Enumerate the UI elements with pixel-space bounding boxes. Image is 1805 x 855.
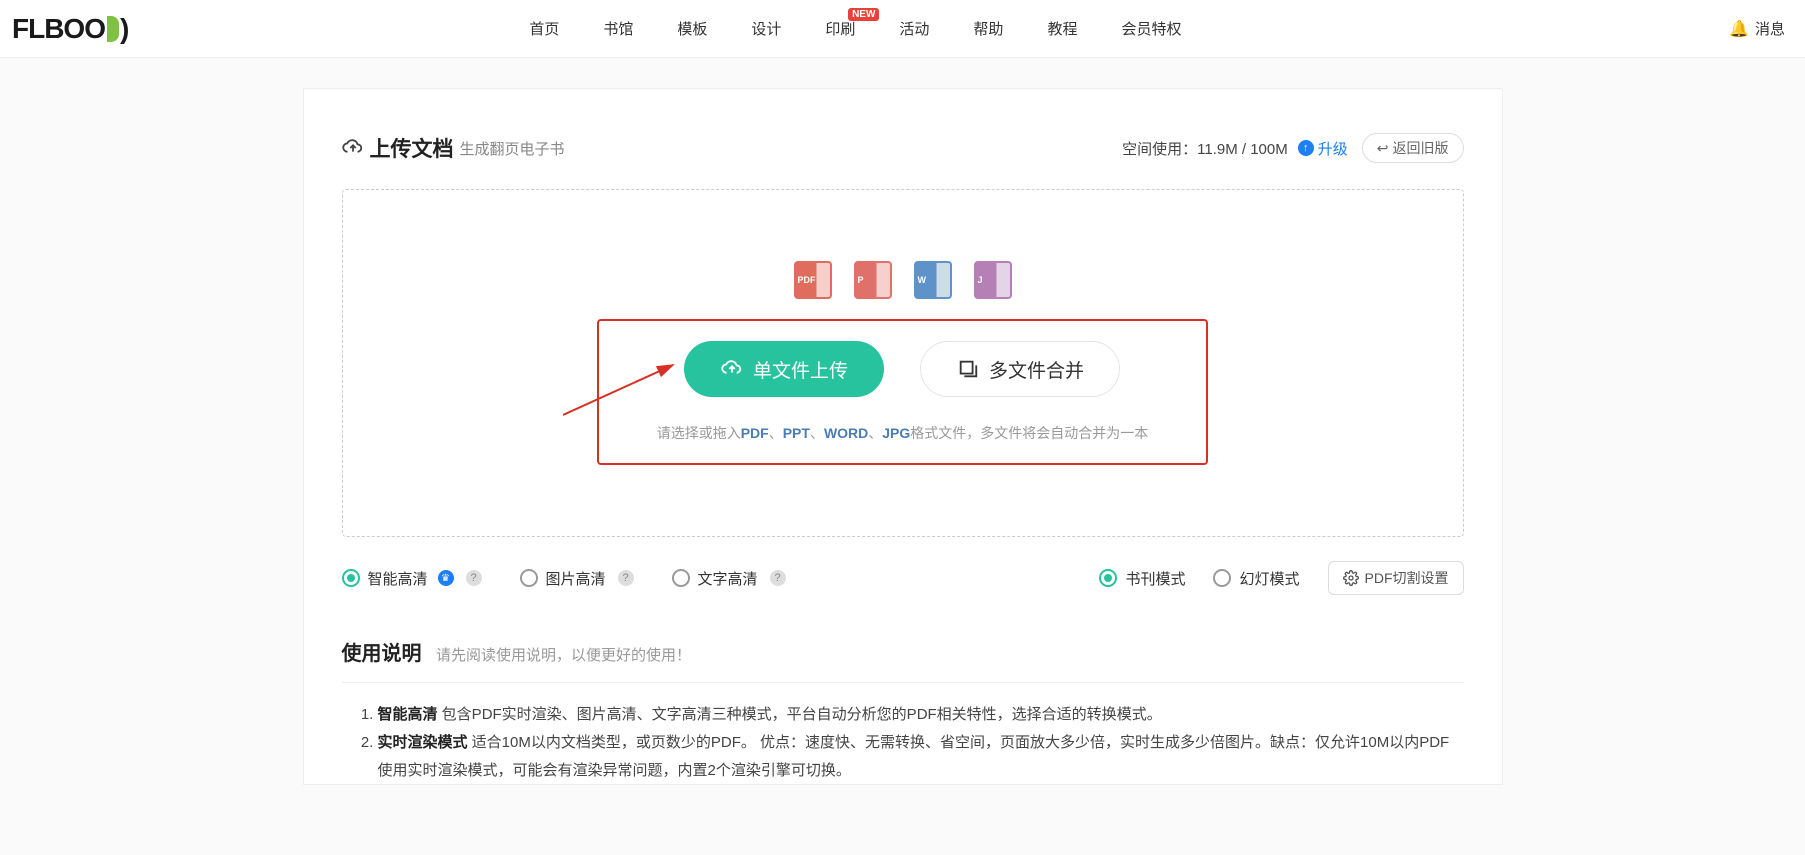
page-subtitle: 生成翻页电子书: [460, 138, 565, 159]
upload-dropzone[interactable]: PDF P W J 单文件上传 多文件合并 请选择或拖入PDF、PPT、WORD…: [342, 189, 1464, 537]
return-old-button[interactable]: ↩ 返回旧版: [1362, 133, 1464, 163]
annotation-highlight-box: 单文件上传 多文件合并 请选择或拖入PDF、PPT、WORD、JPG格式文件，多…: [597, 319, 1209, 465]
nav-tutorial[interactable]: 教程: [1047, 18, 1077, 39]
quality-smart-radio[interactable]: 智能高清 ♛ ?: [342, 568, 482, 589]
crown-icon: ♛: [438, 570, 454, 586]
upload-buttons-row: 单文件上传 多文件合并: [684, 341, 1120, 397]
instructions-list: 智能高清 包含PDF实时渲染、图片高清、文字高清三种模式，平台自动分析您的PDF…: [342, 701, 1464, 784]
quality-radio-group: 智能高清 ♛ ? 图片高清 ? 文字高清 ?: [342, 568, 786, 589]
new-badge: NEW: [848, 8, 879, 21]
storage-usage: 空间使用：11.9M / 100M: [1122, 138, 1288, 159]
annotation-arrow-icon: [563, 360, 683, 420]
upgrade-link[interactable]: ↑ 升级: [1298, 138, 1348, 159]
radio-circle-icon: [342, 569, 360, 587]
logo-text-1: FLBOO: [12, 13, 105, 45]
top-header: FLBOO ( 首页 书馆 模板 设计 印刷NEW 活动 帮助 教程 会员特权 …: [0, 0, 1805, 58]
instructions-subtitle: 请先阅读使用说明，以便更好的使用！: [436, 647, 691, 664]
upload-hint: 请选择或拖入PDF、PPT、WORD、JPG格式文件，多文件将会自动合并为一本: [657, 423, 1149, 443]
bell-icon: 🔔: [1729, 19, 1749, 39]
pdf-file-icon: PDF: [794, 261, 832, 299]
divider: [342, 682, 1464, 683]
help-icon[interactable]: ?: [770, 570, 786, 586]
ppt-file-icon: P: [854, 261, 892, 299]
mode-book-radio[interactable]: 书刊模式: [1099, 568, 1185, 589]
pdf-cut-settings-button[interactable]: PDF切割设置: [1328, 561, 1464, 595]
multi-merge-button[interactable]: 多文件合并: [920, 341, 1120, 397]
cloud-upload-icon: [721, 358, 743, 380]
nav-help[interactable]: 帮助: [973, 18, 1003, 39]
single-upload-button[interactable]: 单文件上传: [684, 341, 884, 397]
page-title: 上传文档: [370, 133, 454, 163]
nav-design[interactable]: 设计: [751, 18, 781, 39]
nav-vip[interactable]: 会员特权: [1121, 18, 1181, 39]
logo-text-2: (: [121, 13, 129, 45]
stack-icon: [957, 358, 979, 380]
help-icon[interactable]: ?: [466, 570, 482, 586]
help-icon[interactable]: ?: [618, 570, 634, 586]
upgrade-arrow-icon: ↑: [1298, 140, 1314, 156]
nav-templates[interactable]: 模板: [677, 18, 707, 39]
quality-image-radio[interactable]: 图片高清 ?: [520, 568, 634, 589]
main-nav: 首页 书馆 模板 设计 印刷NEW 活动 帮助 教程 会员特权: [529, 18, 1181, 39]
nav-activity[interactable]: 活动: [899, 18, 929, 39]
mode-radio-group: 书刊模式 幻灯模式 PDF切割设置: [1099, 561, 1463, 595]
radio-circle-icon: [520, 569, 538, 587]
mode-slide-radio[interactable]: 幻灯模式: [1213, 568, 1299, 589]
radio-circle-icon: [1213, 569, 1231, 587]
title-row: 上传文档 生成翻页电子书 空间使用：11.9M / 100M ↑ 升级 ↩ 返回…: [304, 133, 1502, 163]
file-type-icons: PDF P W J: [794, 261, 1012, 299]
messages-link[interactable]: 🔔 消息: [1729, 18, 1785, 39]
word-file-icon: W: [914, 261, 952, 299]
cloud-upload-icon: [342, 137, 364, 159]
instructions-title: 使用说明: [342, 637, 422, 666]
list-item: 实时渲染模式 适合10M以内文档类型，或页数少的PDF。 优点：速度快、无需转换…: [378, 729, 1464, 785]
radio-circle-icon: [672, 569, 690, 587]
nav-home[interactable]: 首页: [529, 18, 559, 39]
logo-accent-icon: [107, 16, 119, 42]
radio-circle-icon: [1099, 569, 1117, 587]
instructions-section: 使用说明 请先阅读使用说明，以便更好的使用！ 智能高清 包含PDF实时渲染、图片…: [304, 603, 1502, 784]
messages-label: 消息: [1755, 18, 1785, 39]
gear-icon: [1343, 570, 1359, 586]
nav-print[interactable]: 印刷NEW: [825, 18, 855, 39]
main-panel: 上传文档 生成翻页电子书 空间使用：11.9M / 100M ↑ 升级 ↩ 返回…: [303, 88, 1503, 785]
nav-library[interactable]: 书馆: [603, 18, 633, 39]
logo[interactable]: FLBOO (: [12, 13, 129, 45]
quality-text-radio[interactable]: 文字高清 ?: [672, 568, 786, 589]
list-item: 智能高清 包含PDF实时渲染、图片高清、文字高清三种模式，平台自动分析您的PDF…: [378, 701, 1464, 729]
jpg-file-icon: J: [974, 261, 1012, 299]
return-icon: ↩: [1377, 140, 1389, 157]
options-row: 智能高清 ♛ ? 图片高清 ? 文字高清 ? 书刊模式 幻灯模式: [304, 537, 1502, 603]
